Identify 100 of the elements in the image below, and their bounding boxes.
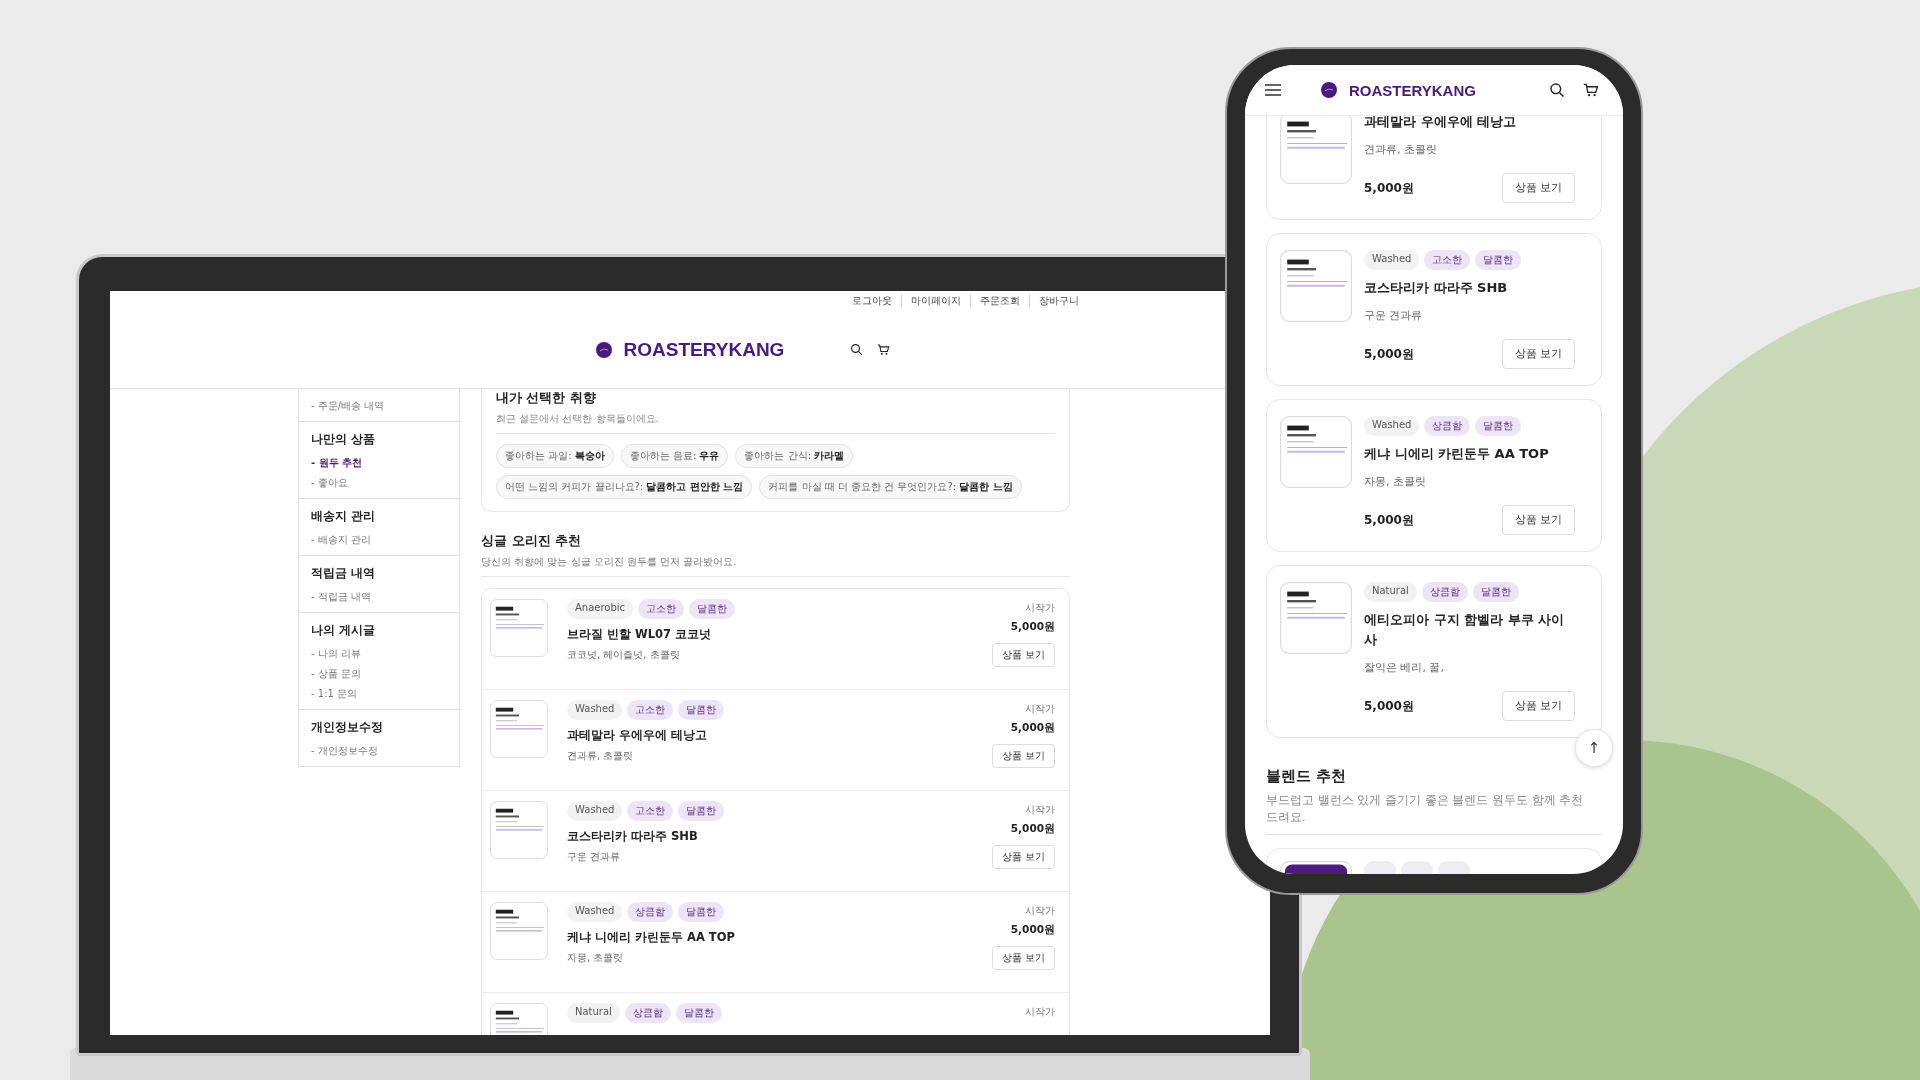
logo-icon [1321, 82, 1337, 98]
price: 5,000원 [1364, 697, 1414, 715]
tag-chip: Washed [1364, 416, 1420, 436]
tag-chip: 달콤한 [1472, 582, 1519, 602]
product-name[interactable]: 케냐 니에리 카린둔두 AA TOP [1364, 444, 1575, 464]
search-icon[interactable] [850, 343, 863, 356]
view-product-button[interactable]: 상품 보기 [1501, 173, 1575, 203]
preference-chip: 좋아하는 과일: 복숭아 [496, 444, 614, 468]
tag-chip: 달콤한 [675, 1003, 722, 1023]
flavor-notes: 구운 견과류 [1364, 308, 1424, 323]
sidebar-heading: 나만의 상품 [311, 432, 376, 447]
flavor-notes: 잘익은 베리, 꿀, [1364, 660, 1445, 675]
preference-chip: 어떤 느낌의 커피가 끌리나요?: 달콤하고 편안한 느낌 [496, 475, 753, 499]
logo-icon [595, 341, 612, 358]
price: 5,000원 [1364, 179, 1414, 197]
tag-chip: 달콤한 [678, 801, 725, 821]
section-subtitle: 당신의 취향에 맞는 싱글 오리진 원두를 먼저 골라봤어요. [481, 555, 1070, 577]
tag-chip: Washed [1364, 250, 1420, 270]
product-name[interactable]: 코스타리카 따라주 SHB [567, 829, 992, 844]
sidebar-item[interactable]: - 좋아요 [311, 476, 447, 490]
product-name[interactable]: 과테말라 우에우에 테낭고 [567, 728, 992, 743]
preference-chip: 커피를 마실 때 더 중요한 건 무엇인가요?: 달콤한 느낌 [759, 475, 1022, 499]
tag-chip: 달콤한 [678, 902, 725, 922]
tag-chip: Anaerobic [567, 599, 634, 619]
sidebar-heading: 적립금 내역 [311, 566, 376, 581]
scroll-top-button[interactable]: ↑ [1575, 729, 1613, 767]
nav-link[interactable]: 장바구니 [1029, 295, 1088, 307]
view-product-button[interactable]: 상품 보기 [1501, 505, 1575, 535]
price: 5,000원 [1364, 345, 1414, 363]
brand-name[interactable]: ROASTERYKANG [623, 338, 785, 361]
sidebar-item[interactable]: - 원두 추천 [311, 456, 447, 470]
view-product-button[interactable]: 상품 보기 [991, 946, 1055, 970]
cart-icon[interactable] [877, 343, 890, 356]
view-product-button[interactable]: 상품 보기 [991, 845, 1055, 869]
tag-chip: 고소한 [627, 700, 674, 720]
sidebar-item[interactable]: - 나의 리뷰 [311, 647, 447, 661]
product-name[interactable]: 브라질 빈할 WL07 코코넛 [567, 627, 992, 642]
tag-chip: 달콤한 [689, 599, 736, 619]
price-label: 시작가 [1025, 601, 1055, 615]
tag-chip [1401, 861, 1433, 874]
sidebar-item[interactable]: - 주문/배송 내역 [311, 399, 447, 413]
tag-chip: 달콤한 [1475, 250, 1522, 270]
tag-chip: 고소한 [638, 599, 685, 619]
nav-link[interactable]: 마이페이지 [901, 295, 970, 307]
view-product-button[interactable]: 상품 보기 [1501, 691, 1575, 721]
tag-chip: Natural [567, 1003, 620, 1023]
cart-icon[interactable] [1583, 82, 1599, 98]
menu-icon[interactable] [1265, 84, 1281, 96]
brand-name[interactable]: ROASTERYKANG [1349, 81, 1476, 99]
tag-chip: Washed [567, 902, 623, 922]
price: 5,000원 [1010, 620, 1055, 634]
nav-link[interactable]: 로그아웃 [843, 295, 901, 307]
tag-chip: 상큼함 [627, 902, 674, 922]
sidebar-item[interactable]: - 상품 문의 [311, 667, 447, 681]
tag-chip: Washed [567, 700, 623, 720]
price-label: 시작가 [1025, 904, 1055, 918]
flavor-notes: 자몽, 초콜릿 [567, 951, 625, 965]
tag-chip: 상큼함 [624, 1003, 671, 1023]
flavor-notes: 구운 견과류 [567, 850, 622, 864]
tag-chip [1438, 861, 1470, 874]
sidebar-heading: 개인정보수정 [311, 720, 384, 735]
price: 5,000원 [1010, 923, 1055, 937]
sidebar-heading: 배송지 관리 [311, 509, 376, 524]
sidebar-item[interactable]: - 배송지 관리 [311, 533, 447, 547]
view-product-button[interactable]: 상품 보기 [991, 643, 1055, 667]
view-product-button[interactable]: 상품 보기 [1501, 339, 1575, 369]
sidebar-item[interactable]: - 적립금 내역 [311, 590, 447, 604]
preference-chip: 좋아하는 음료: 우유 [620, 444, 729, 468]
flavor-notes: 자몽, 초콜릿 [1364, 474, 1427, 489]
tag-chip: Washed [567, 801, 623, 821]
product-name[interactable]: 케냐 니에리 카린둔두 AA TOP [567, 930, 992, 945]
tag-chip: 고소한 [1424, 250, 1471, 270]
search-icon[interactable] [1549, 82, 1565, 98]
sidebar-item[interactable]: - 개인정보수정 [311, 744, 447, 758]
tag-chip [1364, 861, 1396, 874]
sidebar-heading: 나의 게시글 [311, 623, 376, 638]
card-title: 내가 선택한 취향 [496, 390, 597, 407]
product-name[interactable]: 과테말라 우에우에 테낭고 [1364, 112, 1575, 132]
sidebar-item[interactable]: - 1:1 문의 [311, 687, 447, 701]
section-title: 블렌드 추천 [1266, 767, 1348, 786]
flavor-notes: 코코넛, 헤이즐넛, 초콜릿 [567, 648, 681, 662]
price: 5,000원 [1010, 721, 1055, 735]
tag-chip: 고소한 [627, 801, 674, 821]
tag-chip: 달콤한 [678, 700, 725, 720]
product-name[interactable]: 코스타리카 따라주 SHB [1364, 278, 1575, 298]
preference-chip: 좋아하는 간식: 카라멜 [735, 444, 854, 468]
nav-link[interactable]: 주문조회 [970, 295, 1029, 307]
price-label: 시작가 [1025, 702, 1055, 716]
price: 5,000원 [1364, 511, 1414, 529]
flavor-notes: 견과류, 초콜릿 [567, 749, 635, 763]
product-name[interactable]: 에티오피아 구지 함벨라 부쿠 사이사 [1364, 610, 1575, 650]
card-subtitle: 최근 설문에서 선택한 항목들이에요. [496, 412, 1055, 434]
view-product-button[interactable]: 상품 보기 [991, 744, 1055, 768]
price-label: 시작가 [1025, 803, 1055, 817]
price: 5,000원 [1010, 822, 1055, 836]
flavor-notes: 견과류, 초콜릿 [1364, 142, 1438, 157]
tag-chip: 상큼함 [1421, 582, 1468, 602]
tag-chip: 상큼함 [1424, 416, 1471, 436]
tag-chip: Natural [1364, 582, 1417, 602]
section-subtitle: 부드럽고 밸런스 있게 즐기기 좋은 블렌드 원두도 함께 추천드려요. [1266, 792, 1585, 826]
